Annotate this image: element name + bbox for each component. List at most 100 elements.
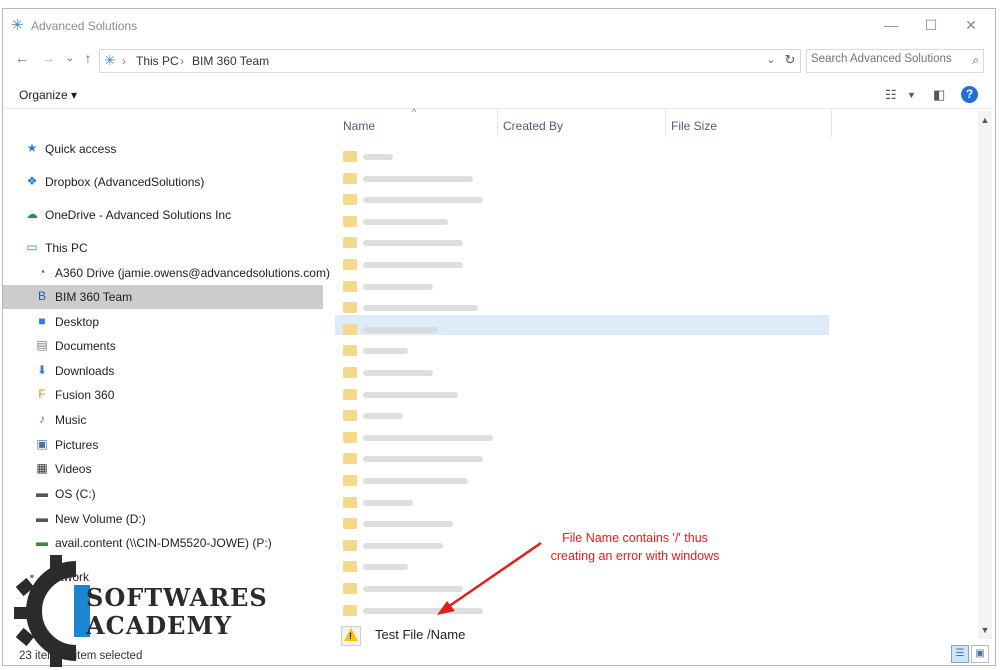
fusion360-icon: F: [38, 387, 46, 401]
search-icon[interactable]: ⌕: [972, 53, 979, 68]
preview-pane-icon[interactable]: ◧: [933, 87, 945, 103]
annotation-arrow: [437, 541, 542, 615]
column-header-file-size[interactable]: File Size: [665, 109, 831, 137]
folder-row[interactable]: [343, 279, 503, 295]
column-header-created-by[interactable]: Created By: [497, 109, 665, 137]
help-icon[interactable]: ?: [961, 86, 978, 103]
folder-icon: [343, 323, 357, 335]
sidebar-item-network-drive[interactable]: ▬ avail.content (\\CIN-DM5520-JOWE) (P:): [3, 531, 323, 555]
sidebar-item-fusion360[interactable]: F Fusion 360: [3, 383, 323, 407]
folder-icon: [343, 431, 357, 443]
arrow-shaft: [444, 541, 542, 611]
sidebar-item-label: New Volume (D:): [55, 512, 146, 526]
minimize-button[interactable]: —: [871, 13, 911, 37]
breadcrumb-this-pc[interactable]: This PC: [136, 54, 179, 68]
folder-icon: [343, 194, 357, 206]
close-button[interactable]: ✕: [951, 13, 991, 37]
folder-row[interactable]: [343, 495, 503, 511]
up-arrow-icon[interactable]: ↑: [79, 50, 97, 66]
folder-icon: [343, 496, 357, 508]
folder-icon: [343, 561, 357, 573]
sidebar-item-computer[interactable]: ▭ This PC: [3, 236, 323, 260]
recent-dropdown-icon[interactable]: ⌄: [61, 53, 79, 64]
sidebar-item-videos[interactable]: ▦ Videos: [3, 457, 323, 481]
address-dropdown-icon[interactable]: ⌄: [763, 49, 779, 71]
blurred-folder-name: [363, 413, 403, 420]
folder-row[interactable]: [343, 451, 503, 467]
blurred-folder-name: [363, 564, 408, 571]
blurred-folder-name: [363, 434, 493, 441]
breadcrumb-bim360-team[interactable]: BIM 360 Team: [192, 54, 269, 68]
scroll-down-icon[interactable]: ▼: [978, 625, 992, 635]
back-arrow-icon[interactable]: ←: [13, 50, 31, 66]
blurred-folder-name: [363, 499, 413, 506]
column-header-label: File Size: [671, 119, 718, 133]
folder-icon: [343, 388, 357, 400]
column-header-name[interactable]: Name: [337, 109, 497, 137]
sidebar-item-drive-d[interactable]: ▬ New Volume (D:): [3, 507, 323, 531]
logo-text-academy: ACADEMY: [86, 611, 233, 640]
dropbox-icon: ❖: [26, 174, 38, 188]
sidebar-item-a360-drive[interactable]: ◔ A360 Drive (jamie.owens@advancedsolutio…: [3, 261, 330, 285]
folder-row[interactable]: [343, 343, 503, 359]
sidebar-item-label: This PC: [45, 241, 88, 255]
folder-row[interactable]: [343, 387, 503, 403]
sidebar-item-drive-c[interactable]: ▬ OS (C:): [3, 482, 323, 506]
logo-text-softwares: SOFTWARES: [86, 583, 268, 612]
details-view-icon[interactable]: ☰: [951, 645, 969, 663]
column-separator[interactable]: [831, 109, 832, 137]
folder-row[interactable]: [343, 430, 503, 446]
large-icons-view-icon[interactable]: ▣: [971, 645, 989, 663]
sidebar-item-music[interactable]: ♪ Music: [3, 408, 323, 432]
sidebar-item-desktop[interactable]: ■ Desktop: [3, 310, 323, 334]
search-input[interactable]: [811, 53, 961, 65]
blurred-folder-name: [363, 218, 448, 225]
folder-row[interactable]: [343, 300, 503, 316]
refresh-icon[interactable]: ↻: [781, 49, 799, 71]
sidebar-item-dropbox[interactable]: ❖ Dropbox (AdvancedSolutions): [3, 170, 323, 194]
bim360-snowflake-icon: ✳: [11, 17, 24, 34]
column-header-label: Name: [343, 119, 376, 133]
folder-row[interactable]: [343, 235, 503, 251]
blurred-folder-name: [363, 326, 438, 333]
scroll-up-icon[interactable]: ▲: [978, 115, 992, 125]
folder-row[interactable]: [343, 192, 503, 208]
folder-row[interactable]: [343, 171, 503, 187]
folder-row[interactable]: [343, 365, 503, 381]
address-field[interactable]: ✳ › This PC › BIM 360 Team ›: [99, 49, 801, 73]
folder-icon: [343, 583, 357, 594]
folder-row[interactable]: [343, 322, 503, 338]
maximize-button[interactable]: ☐: [911, 13, 951, 37]
folder-row[interactable]: [343, 257, 503, 273]
blurred-folder-name: [363, 197, 483, 204]
blurred-folder-name: [363, 240, 463, 247]
view-options-icon[interactable]: ☷: [885, 87, 897, 103]
organize-button[interactable]: Organize ▾: [19, 88, 77, 102]
address-bar-row: ← → ⌄ ↑ ✳ › This PC › BIM 360 Team › ⌄ ↻…: [3, 46, 995, 74]
folder-row[interactable]: [343, 408, 503, 424]
sidebar-item-star[interactable]: ★ Quick access: [3, 137, 323, 161]
folder-icon: [343, 539, 357, 551]
search-box[interactable]: ⌕: [806, 49, 984, 73]
folder-row[interactable]: [343, 149, 503, 165]
forward-arrow-icon[interactable]: →: [39, 50, 57, 66]
vertical-scrollbar[interactable]: ▲ ▼: [978, 111, 992, 639]
folder-row[interactable]: [343, 516, 503, 532]
sidebar-item-onedrive[interactable]: ☁ OneDrive - Advanced Solutions Inc: [3, 203, 323, 227]
folder-icon: [343, 215, 357, 227]
sidebar-item-bim360[interactable]: B BIM 360 Team: [3, 285, 323, 309]
sidebar-item-documents[interactable]: ▤ Documents: [3, 334, 323, 358]
sidebar-item-downloads[interactable]: ⬇ Downloads: [3, 359, 323, 383]
breadcrumb-separator: ›: [180, 54, 184, 68]
sidebar-item-pictures[interactable]: ▣ Pictures: [3, 433, 323, 457]
sidebar-item-label: OneDrive - Advanced Solutions Inc: [45, 208, 232, 222]
view-dropdown-icon[interactable]: ▼: [907, 90, 916, 100]
onedrive-icon: ☁: [26, 207, 38, 221]
title-bar: ✳ Advanced Solutions — ☐ ✕: [3, 9, 995, 41]
blurred-folder-name: [363, 478, 468, 484]
sidebar-item-label: Dropbox (AdvancedSolutions): [45, 175, 205, 189]
sidebar-item-label: avail.content (\\CIN-DM5520-JOWE) (P:): [55, 536, 272, 550]
sidebar-item-label: Pictures: [55, 438, 99, 452]
folder-row[interactable]: [343, 473, 503, 489]
folder-row[interactable]: [343, 214, 503, 230]
